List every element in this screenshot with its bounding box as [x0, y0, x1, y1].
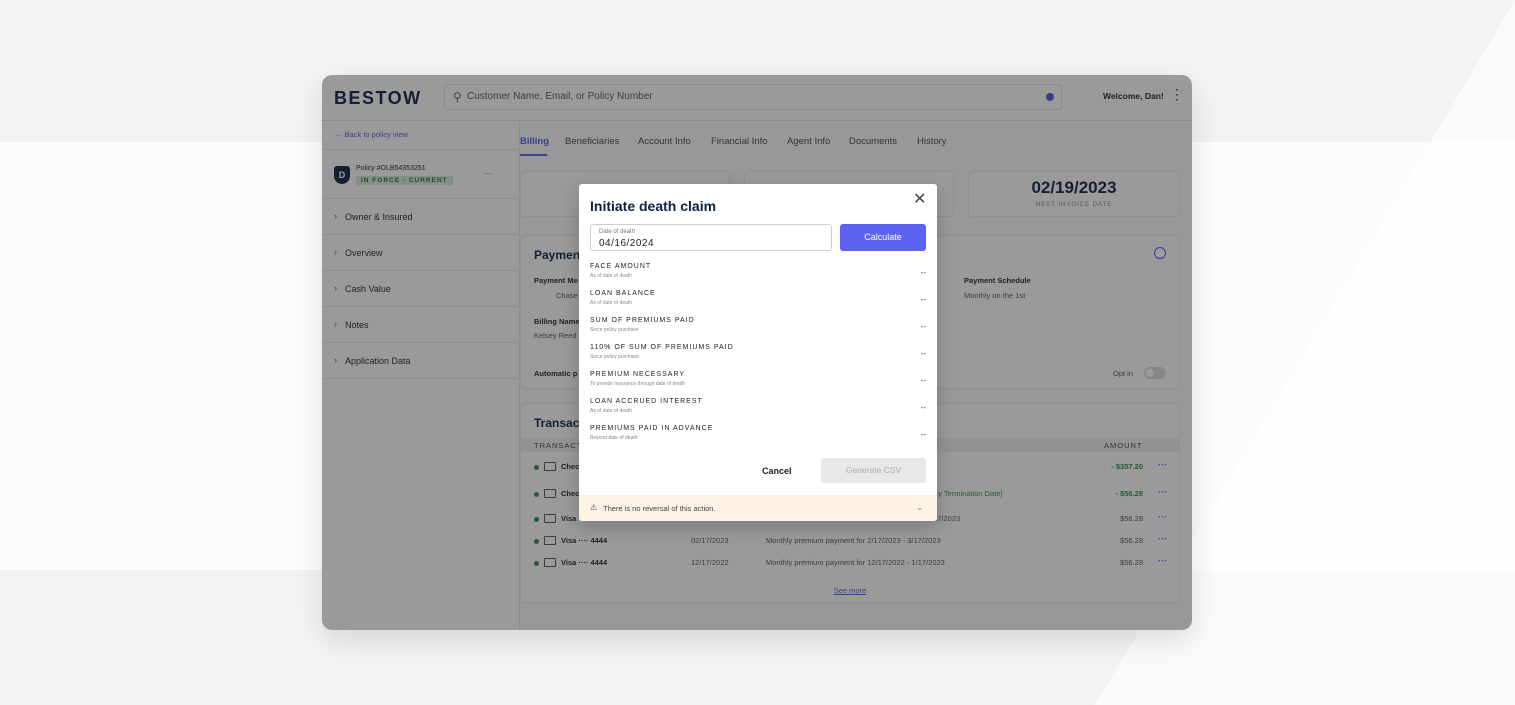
cancel-button[interactable]: Cancel	[762, 466, 792, 476]
calc-sublabel: Beyond date of death	[590, 435, 638, 441]
calc-row-sum-premiums: SUM OF PREMIUMS PAID Since policy purcha…	[590, 317, 926, 344]
warning-banner[interactable]: ⚠ There is no reversal of this action. ⌄	[579, 495, 937, 521]
calc-value: --	[920, 430, 926, 439]
calc-row-loan-interest: LOAN ACCRUED INTEREST As of date of deat…	[590, 398, 926, 425]
date-of-death-label: Date of death	[599, 229, 636, 235]
warning-text: There is no reversal of this action.	[603, 504, 716, 513]
modal-title: Initiate death claim	[590, 198, 717, 214]
calc-value: --	[920, 322, 926, 331]
date-of-death-field[interactable]: Date of death 04/16/2024	[590, 224, 832, 251]
calc-sublabel: Since policy purchase	[590, 354, 639, 360]
calc-label: LOAN ACCRUED INTEREST	[590, 398, 703, 405]
calculate-button[interactable]: Calculate	[840, 224, 926, 251]
calc-sublabel: As of date of death	[590, 408, 632, 414]
warning-icon: ⚠	[590, 503, 598, 512]
calc-row-premium-necessary: PREMIUM NECESSARY To provide insurance t…	[590, 371, 926, 398]
calc-value: --	[920, 268, 926, 277]
calc-sublabel: Since policy purchase	[590, 327, 639, 333]
calc-row-face-amount: FACE AMOUNT As of date of death --	[590, 263, 926, 290]
calc-label: PREMIUM NECESSARY	[590, 371, 686, 378]
calc-label: LOAN BALANCE	[590, 290, 656, 297]
calc-row-110-sum-premiums: 110% OF SUM OF PREMIUMS PAID Since polic…	[590, 344, 926, 371]
chevron-down-icon[interactable]: ⌄	[916, 502, 924, 513]
calc-sublabel: To provide insurance through date of dea…	[590, 381, 686, 387]
generate-csv-button[interactable]: Generate CSV	[821, 458, 926, 483]
calc-value: --	[920, 295, 926, 304]
calc-sublabel: As of date of death	[590, 273, 632, 279]
calc-label: 110% OF SUM OF PREMIUMS PAID	[590, 344, 734, 351]
death-claim-modal: Initiate death claim ✕ Date of death 04/…	[579, 184, 937, 521]
calc-row-loan-balance: LOAN BALANCE As of date of death --	[590, 290, 926, 317]
calc-row-premiums-advance: PREMIUMS PAID IN ADVANCE Beyond date of …	[590, 425, 926, 452]
calc-label: SUM OF PREMIUMS PAID	[590, 317, 695, 324]
calc-label: PREMIUMS PAID IN ADVANCE	[590, 425, 714, 432]
calc-sublabel: As of date of death	[590, 300, 632, 306]
calc-value: --	[920, 349, 926, 358]
date-of-death-value: 04/16/2024	[599, 238, 655, 249]
calc-value: --	[920, 376, 926, 385]
close-icon[interactable]: ✕	[913, 192, 926, 208]
calc-label: FACE AMOUNT	[590, 263, 652, 270]
calc-value: --	[920, 403, 926, 412]
